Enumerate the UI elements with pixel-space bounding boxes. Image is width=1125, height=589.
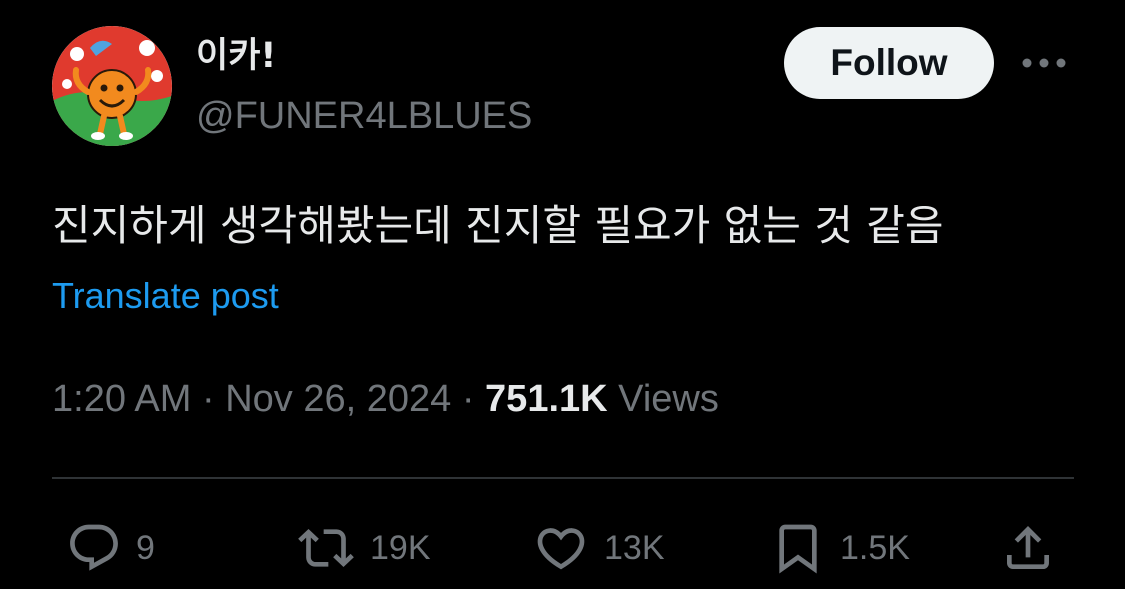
post-meta: 1:20 AM · Nov 26, 2024 · 751.1K Views [52,376,719,422]
share-icon [1007,526,1049,569]
reply-icon [70,524,118,571]
cartoon-avatar-icon [52,26,172,146]
follow-button[interactable]: Follow [784,27,994,99]
meta-separator: · [461,378,475,420]
views-count: 751.1K [485,378,608,420]
reply-count: 9 [136,528,155,567]
divider [52,477,1074,479]
more-horizontal-icon[interactable] [1020,54,1068,72]
display-name[interactable]: 이카! [196,34,276,78]
views-label: Views [618,378,719,420]
post-time[interactable]: 1:20 AM [52,378,191,420]
share-button[interactable] [1000,520,1056,576]
like-button[interactable]: 13K [532,520,665,576]
avatar[interactable] [52,26,172,146]
repost-icon [298,529,354,567]
translate-post-link[interactable]: Translate post [52,274,279,318]
bookmark-button[interactable]: 1.5K [770,520,910,576]
post-text: 진지하게 생각해봤는데 진지할 필요가 없는 것 같음 [52,201,944,250]
like-count: 13K [604,528,665,567]
reply-button[interactable]: 9 [66,520,155,576]
heart-icon [537,528,585,570]
user-handle[interactable]: @FUNER4LBLUES [196,94,532,138]
repost-button[interactable]: 19K [296,520,431,576]
bookmark-count: 1.5K [840,528,910,567]
bookmark-icon [779,524,817,574]
repost-count: 19K [370,528,431,567]
meta-separator: · [201,378,215,420]
post-date[interactable]: Nov 26, 2024 [225,378,451,420]
